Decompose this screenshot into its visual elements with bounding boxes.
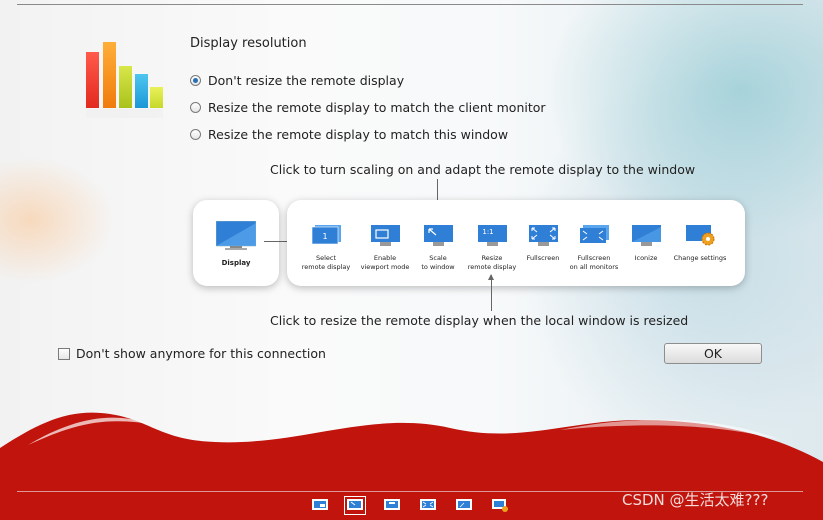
tool-enable-viewport[interactable]: Enable viewport mode: [355, 225, 415, 271]
radio-match-client-monitor[interactable]: Resize the remote display to match the c…: [190, 100, 546, 115]
tool-label-line1: Select: [315, 254, 337, 262]
tool-label-line1: Fullscreen: [577, 254, 611, 262]
ok-button[interactable]: OK: [664, 343, 762, 364]
radio-label: Resize the remote display to match the c…: [208, 100, 546, 115]
dont-show-label: Don't show anymore for this connection: [76, 346, 326, 361]
dont-show-checkbox-row[interactable]: Don't show anymore for this connection: [58, 346, 326, 361]
tool-label-line1: Resize: [481, 254, 503, 262]
top-divider: [17, 4, 803, 5]
radio-match-window[interactable]: Resize the remote display to match this …: [190, 127, 508, 142]
tool-label-line2: remote display: [301, 262, 351, 271]
section-title: Display resolution: [190, 36, 307, 51]
radio-button[interactable]: [190, 129, 201, 140]
tool-label-line2: remote display: [467, 262, 517, 271]
watermark: CSDN @生活太难???: [622, 491, 769, 509]
tool-scale-to-window[interactable]: Scale to window: [408, 225, 468, 271]
tool-label-line1: Change settings: [673, 254, 727, 262]
toolbar-settings-icon[interactable]: [492, 499, 508, 512]
fullscreen-all-icon: [579, 225, 609, 243]
svg-text:1:1: 1:1: [482, 228, 493, 236]
radio-label: Resize the remote display to match this …: [208, 127, 509, 142]
tool-iconize[interactable]: Iconize: [616, 225, 676, 263]
toolbar-iconize-icon[interactable]: [456, 499, 472, 512]
tool-label-line2: on all monitors: [569, 262, 619, 271]
bar-chart-logo-icon: [86, 42, 163, 118]
tool-fullscreen-all-monitors[interactable]: Fullscreen on all monitors: [564, 225, 624, 271]
monitor-1-icon: 1: [311, 225, 341, 245]
toolbar-scale-icon[interactable]: [344, 496, 366, 515]
dont-show-checkbox[interactable]: [58, 347, 70, 360]
tool-label-line1: Iconize: [634, 254, 658, 262]
tool-label-line1: Scale: [429, 254, 447, 262]
tool-label-line1: Fullscreen: [526, 254, 560, 262]
toolbar-viewport-icon[interactable]: [312, 499, 328, 512]
hint-resize: Click to resize the remote display when …: [270, 313, 689, 328]
toolbar-resize-icon[interactable]: [384, 499, 400, 512]
hint-scaling: Click to turn scaling on and adapt the r…: [270, 162, 696, 177]
radio-no-resize[interactable]: Don't resize the remote display: [190, 73, 404, 88]
toolbar-fullscreen-icon[interactable]: [420, 499, 436, 512]
fullscreen-icon: [528, 225, 558, 246]
tool-label-line2: viewport mode: [360, 262, 410, 271]
radio-label: Don't resize the remote display: [208, 73, 405, 88]
svg-text:1: 1: [322, 232, 327, 241]
arrow-up-icon: [488, 274, 494, 311]
radio-button[interactable]: [190, 102, 201, 113]
radio-button-selected[interactable]: [190, 75, 201, 86]
resize-1-1-icon: 1:1: [477, 225, 507, 246]
viewport-icon: [370, 225, 400, 246]
display-label: Display: [221, 259, 251, 267]
tool-label-line1: Enable: [373, 254, 397, 262]
tool-select-remote-display[interactable]: 1 Select remote display: [296, 225, 356, 271]
display-monitor-icon[interactable]: [216, 221, 256, 251]
iconize-icon: [631, 225, 661, 246]
settings-gear-icon: [685, 225, 714, 246]
scale-icon: [423, 225, 453, 246]
tool-change-settings[interactable]: Change settings: [670, 225, 730, 263]
tool-label-line2: to window: [421, 262, 455, 271]
